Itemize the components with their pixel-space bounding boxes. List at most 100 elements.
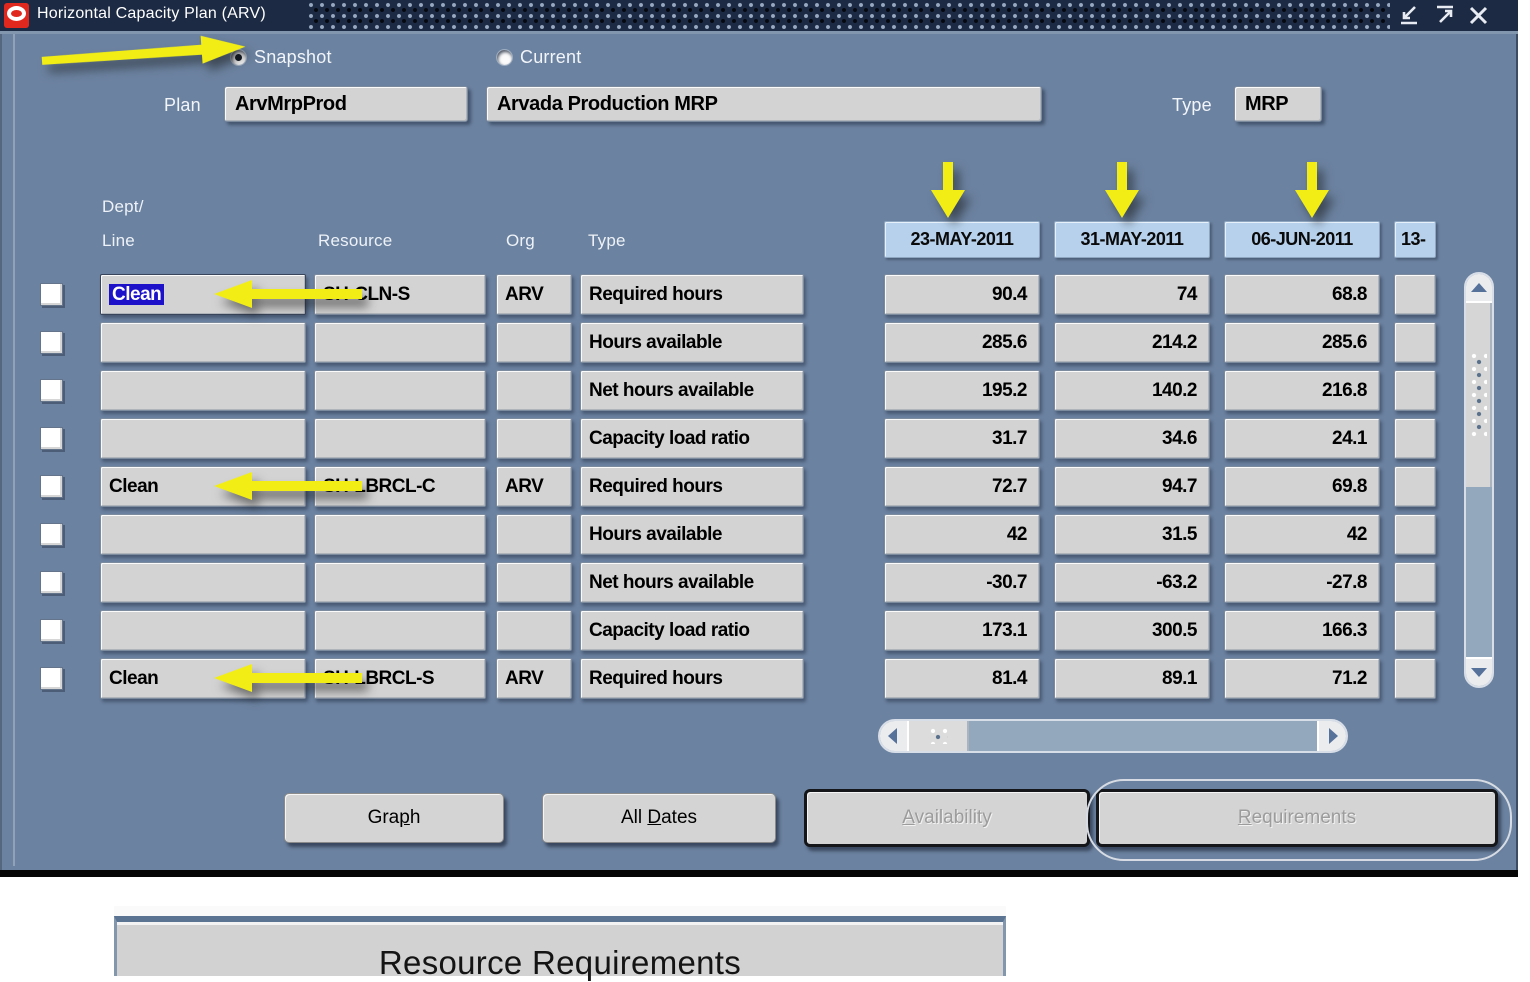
row-checkbox[interactable] [40,379,63,402]
value-field[interactable]: 34.6 [1054,418,1210,459]
value-field[interactable]: -27.8 [1224,562,1380,603]
dept-line-field[interactable] [100,562,306,603]
value-field[interactable]: 24.1 [1224,418,1380,459]
row-checkbox[interactable] [40,571,63,594]
scroll-down-icon[interactable] [1466,657,1492,686]
type-field[interactable]: Required hours [580,274,804,315]
scroll-right-icon[interactable] [1317,721,1346,751]
value-field[interactable]: 300.5 [1054,610,1210,651]
resource-field[interactable] [314,370,486,411]
dept-line-field[interactable] [100,514,306,555]
resource-field[interactable] [314,562,486,603]
minimize-icon[interactable] [1396,4,1424,28]
value-field-partial[interactable] [1394,658,1436,699]
value-field-partial[interactable] [1394,322,1436,363]
org-field[interactable]: ARV [496,658,572,699]
value-field[interactable]: 214.2 [1054,322,1210,363]
all-dates-button[interactable]: All Dates [542,793,776,843]
type-field[interactable]: Required hours [580,466,804,507]
resource-field[interactable]: SH-LBRCL-S [314,658,486,699]
maximize-icon[interactable] [1431,4,1459,28]
value-field[interactable]: -63.2 [1054,562,1210,603]
plan-type-field[interactable]: MRP [1234,86,1322,122]
value-field-partial[interactable] [1394,514,1436,555]
dept-line-field[interactable]: Clean [100,658,306,699]
snapshot-radio[interactable] [231,50,246,65]
dept-line-field[interactable]: Clean [100,466,306,507]
value-field[interactable]: 72.7 [884,466,1040,507]
dept-line-field[interactable] [100,418,306,459]
type-field[interactable]: Hours available [580,514,804,555]
value-field[interactable]: 285.6 [884,322,1040,363]
horizontal-scrollbar[interactable] [878,719,1348,753]
org-field[interactable] [496,610,572,651]
dept-line-field[interactable] [100,370,306,411]
value-field[interactable]: 216.8 [1224,370,1380,411]
value-field[interactable]: 140.2 [1054,370,1210,411]
scroll-left-icon[interactable] [880,721,909,751]
value-field[interactable]: 31.5 [1054,514,1210,555]
resource-field[interactable] [314,322,486,363]
org-field[interactable] [496,514,572,555]
plan-name-field[interactable]: ArvMrpProd [224,86,468,122]
current-radio[interactable] [497,50,512,65]
vertical-scrollbar-thumb[interactable] [1466,303,1492,487]
type-field[interactable]: Capacity load ratio [580,610,804,651]
type-field[interactable]: Net hours available [580,370,804,411]
close-icon[interactable] [1465,4,1493,28]
value-field[interactable]: -30.7 [884,562,1040,603]
org-field[interactable]: ARV [496,466,572,507]
row-checkbox[interactable] [40,475,63,498]
dept-line-field[interactable] [100,610,306,651]
org-field[interactable] [496,418,572,459]
row-checkbox[interactable] [40,427,63,450]
row-checkbox[interactable] [40,331,63,354]
org-field[interactable]: ARV [496,274,572,315]
vertical-scrollbar[interactable] [1464,272,1494,688]
value-field-partial[interactable] [1394,466,1436,507]
resource-field[interactable]: SH-LBRCL-C [314,466,486,507]
value-field[interactable]: 94.7 [1054,466,1210,507]
type-field[interactable]: Required hours [580,658,804,699]
dept-line-field[interactable] [100,322,306,363]
value-field[interactable]: 71.2 [1224,658,1380,699]
availability-button[interactable]: Availability [804,789,1090,847]
horizontal-scrollbar-thumb[interactable] [909,721,969,751]
org-field[interactable] [496,562,572,603]
value-field-partial[interactable] [1394,274,1436,315]
value-field[interactable]: 42 [884,514,1040,555]
requirements-button[interactable]: Requirements [1096,789,1498,847]
value-field[interactable]: 173.1 [884,610,1040,651]
graph-button[interactable]: Graph [284,793,504,843]
value-field[interactable]: 81.4 [884,658,1040,699]
row-checkbox[interactable] [40,283,63,306]
resource-field[interactable] [314,418,486,459]
org-field[interactable] [496,322,572,363]
value-field[interactable]: 74 [1054,274,1210,315]
dept-line-field[interactable]: Clean [100,274,306,315]
row-checkbox[interactable] [40,523,63,546]
value-field-partial[interactable] [1394,562,1436,603]
resource-field[interactable]: SH-CLN-S [314,274,486,315]
value-field[interactable]: 31.7 [884,418,1040,459]
value-field-partial[interactable] [1394,418,1436,459]
value-field-partial[interactable] [1394,610,1436,651]
row-checkbox[interactable] [40,619,63,642]
type-field[interactable]: Capacity load ratio [580,418,804,459]
plan-description-field[interactable]: Arvada Production MRP [486,86,1042,122]
resource-field[interactable] [314,514,486,555]
type-field[interactable]: Net hours available [580,562,804,603]
value-field[interactable]: 285.6 [1224,322,1380,363]
type-field[interactable]: Hours available [580,322,804,363]
row-checkbox[interactable] [40,667,63,690]
value-field[interactable]: 90.4 [884,274,1040,315]
scroll-up-icon[interactable] [1466,274,1492,303]
value-field[interactable]: 68.8 [1224,274,1380,315]
resource-field[interactable] [314,610,486,651]
value-field[interactable]: 195.2 [884,370,1040,411]
value-field[interactable]: 69.8 [1224,466,1380,507]
value-field[interactable]: 89.1 [1054,658,1210,699]
org-field[interactable] [496,370,572,411]
value-field[interactable]: 42 [1224,514,1380,555]
value-field-partial[interactable] [1394,370,1436,411]
